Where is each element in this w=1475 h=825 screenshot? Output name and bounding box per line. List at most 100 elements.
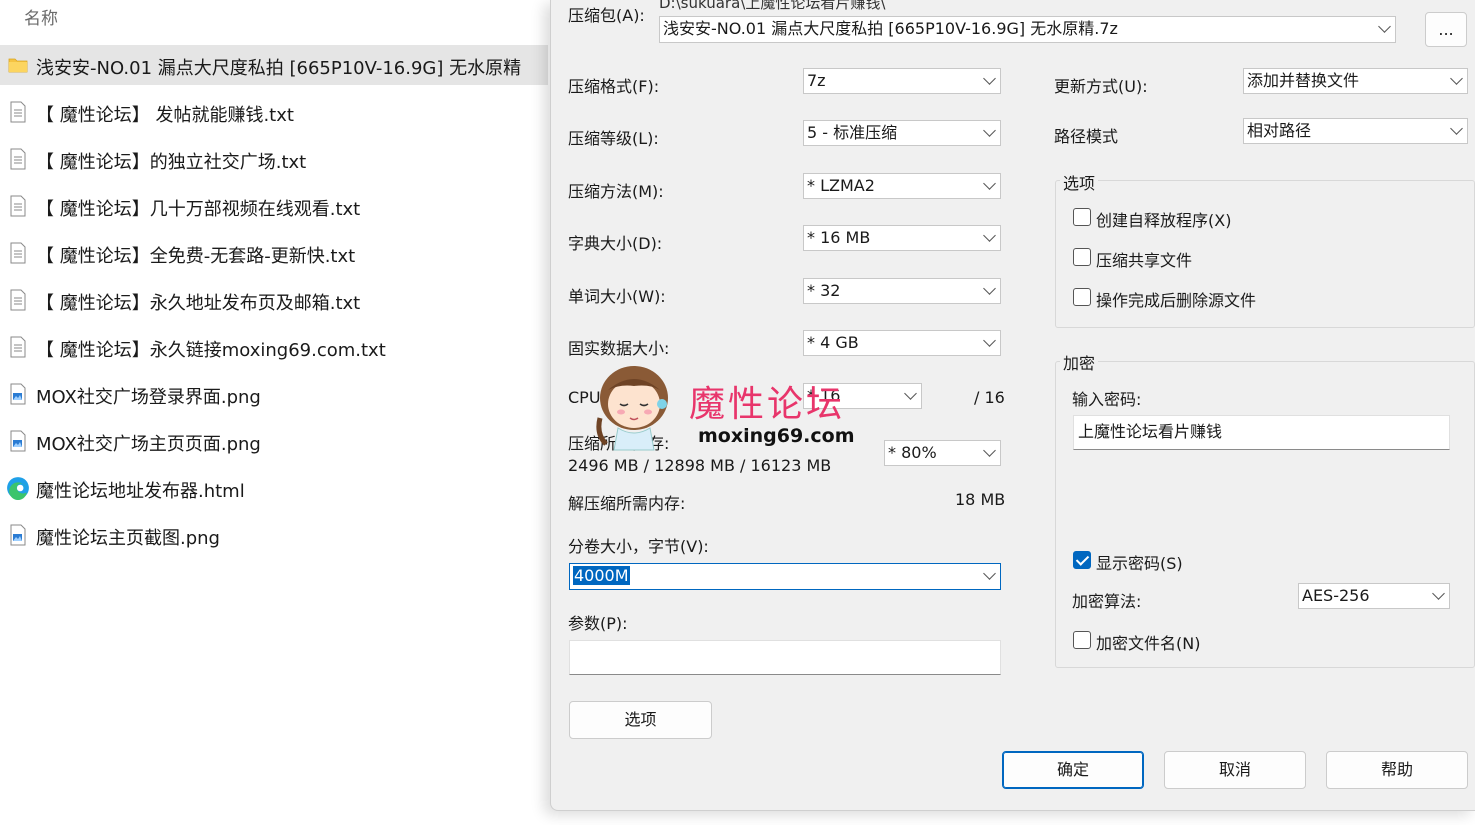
- file-name: 魔性论坛主页截图.png: [36, 528, 220, 549]
- options-button[interactable]: 选项: [569, 701, 712, 739]
- format-combo[interactable]: 7z: [803, 68, 1001, 94]
- ok-button[interactable]: 确定: [1002, 751, 1144, 789]
- archive-name-value: 浅安安-NO.01 漏点大尺度私拍 [665P10V-16.9G] 无水原精.7…: [663, 19, 1118, 38]
- chevron-down-icon[interactable]: [1378, 20, 1391, 33]
- password-label: 输入密码:: [1072, 390, 1142, 409]
- delete-source-label[interactable]: 操作完成后删除源文件: [1096, 287, 1256, 311]
- word-label: 单词大小(W):: [568, 287, 666, 306]
- file-name: MOX社交广场主页页面.png: [36, 434, 261, 455]
- file-row[interactable]: 浅安安-NO.01 漏点大尺度私拍 [665P10V-16.9G] 无水原精: [0, 45, 548, 85]
- file-row[interactable]: 魔性论坛地址发布器.html: [0, 468, 548, 508]
- chevron-down-icon[interactable]: [983, 229, 996, 242]
- password-input[interactable]: 上魔性论坛看片赚钱: [1073, 415, 1450, 450]
- file-row[interactable]: 魔性论坛主页截图.png: [0, 515, 548, 555]
- shared-files-checkbox[interactable]: [1073, 248, 1091, 266]
- archive-label: 压缩包(A):: [568, 6, 645, 25]
- file-name: 【 魔性论坛】永久链接moxing69.com.txt: [36, 340, 386, 361]
- forum-watermark: 魔性论坛 moxing69.com: [596, 360, 866, 460]
- level-combo[interactable]: 5 - 标准压缩: [803, 120, 1001, 146]
- chevron-down-icon[interactable]: [983, 177, 996, 190]
- archive-name-combo[interactable]: 浅安安-NO.01 漏点大尺度私拍 [665P10V-16.9G] 无水原精.7…: [659, 16, 1396, 43]
- update-combo[interactable]: 添加并替换文件: [1243, 68, 1468, 94]
- file-name: 【 魔性论坛】的独立社交广场.txt: [36, 152, 307, 173]
- file-row[interactable]: 【 魔性论坛】全免费-无套路-更新快.txt: [0, 233, 548, 273]
- enc-method-combo[interactable]: AES-256: [1298, 583, 1450, 609]
- dict-combo[interactable]: * 16 MB: [803, 225, 1001, 251]
- enc-method-label: 加密算法:: [1072, 592, 1142, 611]
- volume-combo[interactable]: 4000M: [569, 563, 1001, 590]
- chevron-down-icon[interactable]: [983, 444, 996, 457]
- file-name: 【 魔性论坛】 发帖就能赚钱.txt: [36, 105, 294, 126]
- file-explorer: ⌃ 名称 浅安安-NO.01 漏点大尺度私拍 [665P10V-16.9G] 无…: [0, 0, 552, 825]
- method-label: 压缩方法(M):: [568, 182, 664, 201]
- text-file-icon: [10, 148, 26, 170]
- solid-label: 固实数据大小:: [568, 339, 670, 358]
- show-password-checkbox[interactable]: [1073, 551, 1091, 569]
- sfx-checkbox[interactable]: [1073, 208, 1091, 226]
- show-password-label[interactable]: 显示密码(S): [1096, 550, 1183, 574]
- mem-combo[interactable]: * 80%: [884, 440, 1001, 466]
- file-name: 【 魔性论坛】几十万部视频在线观看.txt: [36, 199, 361, 220]
- file-row[interactable]: MOX社交广场登录界面.png: [0, 374, 548, 414]
- word-value: * 32: [807, 281, 841, 300]
- chevron-down-icon[interactable]: [983, 567, 996, 580]
- volume-label: 分卷大小，字节(V):: [568, 537, 709, 556]
- chevron-down-icon[interactable]: [983, 334, 996, 347]
- chevron-down-icon[interactable]: [983, 124, 996, 137]
- archive-path-partial: D:\sukuara\上魔性论坛看片赚钱\: [659, 0, 886, 12]
- watermark-title: 魔性论坛: [689, 384, 846, 425]
- enc-method-value: AES-256: [1302, 586, 1370, 605]
- encryption-group-title: 加密: [1060, 350, 1099, 374]
- cpu-total: / 16: [974, 388, 1005, 407]
- image-file-icon: [10, 524, 26, 546]
- decomp-label: 解压缩所需内存:: [568, 494, 686, 513]
- method-value: * LZMA2: [807, 176, 875, 195]
- chevron-down-icon[interactable]: [1432, 587, 1445, 600]
- params-label: 参数(P):: [568, 614, 628, 633]
- file-name: 【 魔性论坛】全免费-无套路-更新快.txt: [36, 246, 356, 267]
- file-name: MOX社交广场登录界面.png: [36, 387, 261, 408]
- help-button[interactable]: 帮助: [1326, 751, 1468, 789]
- volume-value: 4000M: [573, 566, 630, 585]
- file-row[interactable]: MOX社交广场主页页面.png: [0, 421, 548, 461]
- chevron-down-icon[interactable]: [983, 72, 996, 85]
- format-value: 7z: [807, 71, 826, 90]
- update-value: 添加并替换文件: [1247, 71, 1360, 90]
- chevron-down-icon[interactable]: [1450, 72, 1463, 85]
- path-combo[interactable]: 相对路径: [1243, 118, 1468, 144]
- method-combo[interactable]: * LZMA2: [803, 173, 1001, 199]
- level-value: 5 - 标准压缩: [807, 123, 898, 142]
- file-row[interactable]: 【 魔性论坛】永久链接moxing69.com.txt: [0, 327, 548, 367]
- text-file-icon: [10, 195, 26, 217]
- sfx-label[interactable]: 创建自释放程序(X): [1096, 207, 1231, 231]
- encrypt-names-checkbox[interactable]: [1073, 631, 1091, 649]
- options-group-title: 选项: [1060, 170, 1099, 194]
- mem-value: * 80%: [888, 443, 937, 462]
- solid-combo[interactable]: * 4 GB: [803, 330, 1001, 356]
- file-row[interactable]: 【 魔性论坛】的独立社交广场.txt: [0, 139, 548, 179]
- image-file-icon: [10, 430, 26, 452]
- delete-source-checkbox[interactable]: [1073, 288, 1091, 306]
- column-header-name[interactable]: 名称: [24, 4, 58, 29]
- text-file-icon: [10, 336, 26, 358]
- watermark-url: moxing69.com: [698, 425, 855, 447]
- file-row[interactable]: 【 魔性论坛】永久地址发布页及邮箱.txt: [0, 280, 548, 320]
- file-name: 【 魔性论坛】永久地址发布页及邮箱.txt: [36, 293, 361, 314]
- word-combo[interactable]: * 32: [803, 278, 1001, 304]
- browse-button[interactable]: ...: [1425, 12, 1467, 47]
- cancel-button[interactable]: 取消: [1164, 751, 1306, 789]
- encrypt-names-label[interactable]: 加密文件名(N): [1096, 630, 1200, 654]
- chevron-down-icon[interactable]: [983, 282, 996, 295]
- dict-value: * 16 MB: [807, 228, 871, 247]
- sort-arrow-icon[interactable]: ⌃: [273, 0, 285, 7]
- chevron-down-icon[interactable]: [904, 387, 917, 400]
- params-input[interactable]: [569, 640, 1001, 675]
- chevron-down-icon[interactable]: [1450, 122, 1463, 135]
- folder-icon: [8, 58, 28, 73]
- file-row[interactable]: 【 魔性论坛】 发帖就能赚钱.txt: [0, 92, 548, 132]
- shared-files-label[interactable]: 压缩共享文件: [1096, 247, 1192, 271]
- dict-label: 字典大小(D):: [568, 234, 663, 253]
- file-row[interactable]: 【 魔性论坛】几十万部视频在线观看.txt: [0, 186, 548, 226]
- decomp-value: 18 MB: [955, 490, 1006, 509]
- file-name: 魔性论坛地址发布器.html: [36, 481, 245, 502]
